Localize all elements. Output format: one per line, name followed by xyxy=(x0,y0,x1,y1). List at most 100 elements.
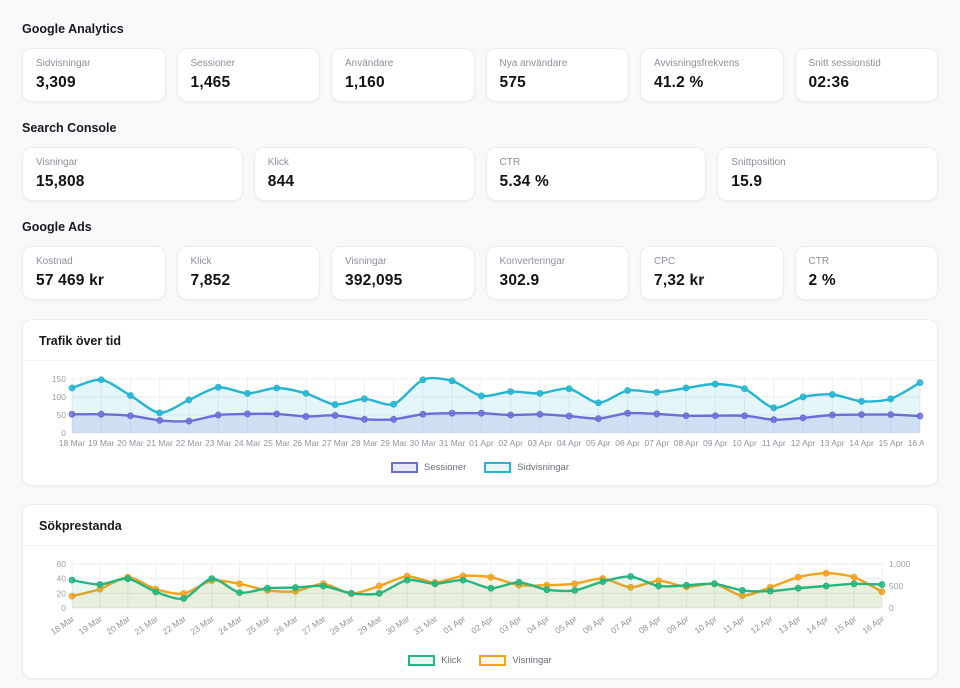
svg-text:30 Mar: 30 Mar xyxy=(410,438,437,448)
svg-text:29 Mar: 29 Mar xyxy=(356,613,384,636)
svg-text:16 Apr: 16 Apr xyxy=(908,438,924,448)
svg-text:23 Mar: 23 Mar xyxy=(205,438,232,448)
stat-section: Search Console Visningar15,808 Klick 844 CTR… xyxy=(22,121,938,201)
stat-card-value: 15.9 xyxy=(731,172,924,191)
svg-text:09 Apr: 09 Apr xyxy=(703,438,728,448)
svg-text:14 Apr: 14 Apr xyxy=(849,438,874,448)
stat-card-label: Klick xyxy=(268,157,461,169)
stat-card-label: Kostnad xyxy=(36,256,152,268)
svg-text:24 Mar: 24 Mar xyxy=(216,613,244,636)
stat-card: Visningar392,095 xyxy=(331,246,475,300)
svg-text:10 Apr: 10 Apr xyxy=(732,438,757,448)
svg-text:18 Mar: 18 Mar xyxy=(59,438,86,448)
svg-text:24 Mar: 24 Mar xyxy=(234,438,261,448)
legend-item-sidvisningar[interactable]: Sidvisningar xyxy=(484,462,569,473)
svg-text:01 Apr: 01 Apr xyxy=(469,438,494,448)
svg-text:11 Apr: 11 Apr xyxy=(762,438,786,448)
stat-card-value: 2 % xyxy=(809,271,925,290)
svg-text:06 Apr: 06 Apr xyxy=(615,438,640,448)
traffic-chart-title: Trafik över tid xyxy=(39,334,121,348)
stat-card: Sidvisningar 3,309 xyxy=(22,48,166,102)
svg-text:1,000: 1,000 xyxy=(889,559,911,569)
svg-text:04 Apr: 04 Apr xyxy=(525,613,551,635)
traffic-chart: 05010015018 Mar19 Mar20 Mar21 Mar22 Mar2… xyxy=(23,361,937,485)
svg-text:05 Apr: 05 Apr xyxy=(586,438,611,448)
legend-swatch xyxy=(391,462,418,473)
stat-card-value: 392,095 xyxy=(345,271,461,290)
svg-text:03 Apr: 03 Apr xyxy=(497,613,523,635)
stat-card-value: 7,32 kr xyxy=(654,271,770,290)
stat-card-label: Klick xyxy=(191,256,307,268)
svg-text:15 Apr: 15 Apr xyxy=(878,438,903,448)
svg-text:16 Apr: 16 Apr xyxy=(860,613,886,635)
svg-text:20: 20 xyxy=(57,588,67,598)
svg-text:13 Apr: 13 Apr xyxy=(776,613,802,635)
stat-card-label: Snitt sessionstid xyxy=(809,58,925,70)
svg-text:0: 0 xyxy=(61,428,66,438)
stat-card-value: 1,465 xyxy=(191,73,307,92)
stat-card-label: CTR xyxy=(809,256,925,268)
stat-card-label: Nya användare xyxy=(500,58,616,70)
svg-text:30 Mar: 30 Mar xyxy=(384,613,412,636)
stat-card-value: 41.2 % xyxy=(654,73,770,92)
svg-text:50: 50 xyxy=(57,410,67,420)
chart-legend: Klick Visningar xyxy=(36,654,924,674)
svg-text:11 Apr: 11 Apr xyxy=(721,613,746,635)
stat-card-label: CTR xyxy=(500,157,693,169)
legend-item-visningar[interactable]: Visningar xyxy=(479,655,551,666)
stat-cards-row: Sidvisningar3,309Sessioner1,465Användare… xyxy=(22,48,938,102)
svg-text:22 Mar: 22 Mar xyxy=(176,438,203,448)
stat-card-value: 844 xyxy=(268,172,461,191)
svg-text:02 Apr: 02 Apr xyxy=(498,438,523,448)
svg-text:10 Apr: 10 Apr xyxy=(693,613,719,635)
stat-card: Avvisningsfrekvens41.2 % xyxy=(640,48,784,102)
svg-text:06 Apr: 06 Apr xyxy=(581,613,607,635)
section-title: Google Ads xyxy=(22,220,938,234)
search-performance-panel: Sökprestanda 020406005001,00018 Mar19 Ma… xyxy=(22,504,938,679)
svg-text:07 Apr: 07 Apr xyxy=(645,438,670,448)
stat-card: CPC7,32 kr xyxy=(640,246,784,300)
search-line-chart-svg: 020406005001,00018 Mar19 Mar20 Mar21 Mar… xyxy=(36,556,924,654)
stat-card-value: 3,309 xyxy=(36,73,152,92)
svg-text:12 Apr: 12 Apr xyxy=(749,613,775,635)
stat-card: Sessioner 1,465 xyxy=(177,48,321,102)
section-title: Google Analytics xyxy=(22,22,938,36)
legend-label: Sidvisningar xyxy=(517,462,569,473)
svg-text:08 Apr: 08 Apr xyxy=(674,438,699,448)
chart-legend: Sessioner Sidvisningar xyxy=(36,461,924,481)
svg-text:19 Mar: 19 Mar xyxy=(77,613,105,636)
stat-card-label: Konverteringar xyxy=(500,256,616,268)
stat-card-label: Sidvisningar xyxy=(36,58,152,70)
svg-text:23 Mar: 23 Mar xyxy=(188,613,216,636)
section-title: Search Console xyxy=(22,121,938,135)
legend-label: Visningar xyxy=(512,655,551,666)
legend-item-klick[interactable]: Klick xyxy=(408,655,461,666)
svg-text:01 Apr: 01 Apr xyxy=(441,613,467,635)
svg-text:25 Mar: 25 Mar xyxy=(244,613,272,636)
svg-text:20 Mar: 20 Mar xyxy=(117,438,144,448)
svg-text:08 Apr: 08 Apr xyxy=(637,613,663,635)
legend-label: Klick xyxy=(441,655,461,666)
stat-card-label: Visningar xyxy=(36,157,229,169)
svg-text:0: 0 xyxy=(61,603,66,613)
svg-text:07 Apr: 07 Apr xyxy=(609,613,635,635)
stat-card-value: 7,852 xyxy=(191,271,307,290)
stat-card: Visningar15,808 xyxy=(22,147,243,201)
stat-card: Kostnad57 469 kr xyxy=(22,246,166,300)
svg-text:27 Mar: 27 Mar xyxy=(300,613,328,636)
stat-card-label: Sessioner xyxy=(191,58,307,70)
svg-text:27 Mar: 27 Mar xyxy=(322,438,349,448)
svg-text:500: 500 xyxy=(889,581,903,591)
stat-card: Klick 7,852 xyxy=(177,246,321,300)
svg-text:21 Mar: 21 Mar xyxy=(146,438,173,448)
svg-text:21 Mar: 21 Mar xyxy=(133,613,161,636)
stat-card-value: 02:36 xyxy=(809,73,925,92)
stat-card: CTR5.34 % xyxy=(486,147,707,201)
stat-card-label: Snittposition xyxy=(731,157,924,169)
stat-card: Snittposition 15.9 xyxy=(717,147,938,201)
svg-text:12 Apr: 12 Apr xyxy=(791,438,816,448)
legend-item-sessioner[interactable]: Sessioner xyxy=(391,462,466,473)
svg-text:19 Mar: 19 Mar xyxy=(88,438,115,448)
svg-text:15 Apr: 15 Apr xyxy=(832,613,858,635)
svg-text:28 Mar: 28 Mar xyxy=(351,438,378,448)
